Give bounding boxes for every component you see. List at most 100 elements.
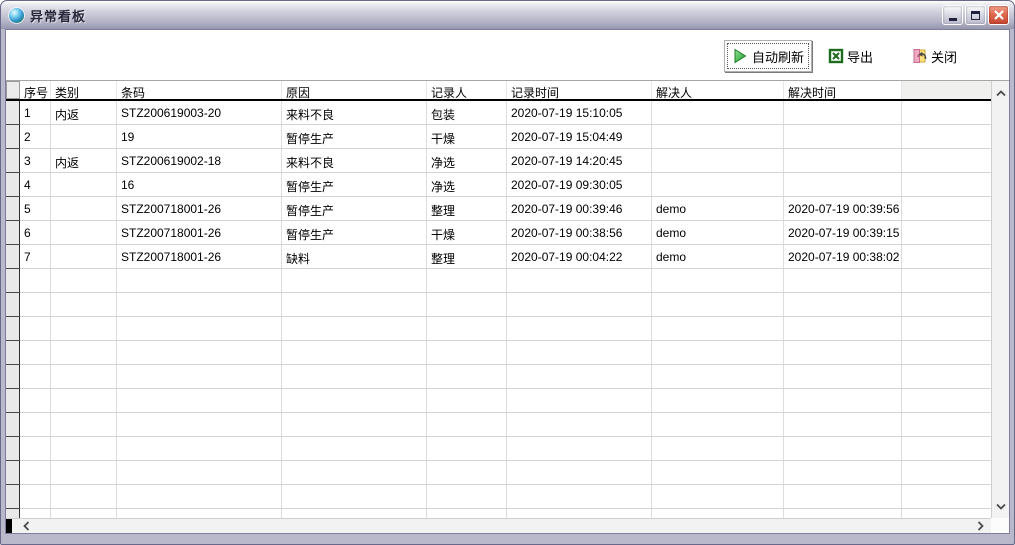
header-cell-barcode[interactable]: 条码: [117, 81, 282, 99]
table-row[interactable]: 5STZ200718001-26暂停生产整理2020-07-19 00:39:4…: [6, 197, 991, 221]
cell-resolver[interactable]: [652, 461, 784, 485]
row-selector-cell[interactable]: [6, 509, 20, 518]
header-selector-cell[interactable]: [6, 81, 20, 99]
cell-reason[interactable]: 缺料: [282, 245, 427, 269]
cell-resolve_time[interactable]: 2020-07-19 00:38:02: [784, 245, 902, 269]
cell-category[interactable]: [51, 245, 117, 269]
cell-record_time[interactable]: [507, 461, 652, 485]
cell-no[interactable]: [20, 509, 51, 518]
cell-category[interactable]: [51, 485, 117, 509]
cell-barcode[interactable]: [117, 365, 282, 389]
header-cell-resolve_time[interactable]: 解决时间: [784, 81, 902, 99]
header-cell-record_time[interactable]: 记录时间: [507, 81, 652, 99]
cell-no[interactable]: 1: [20, 101, 51, 125]
row-selector-cell[interactable]: [6, 461, 20, 485]
cell-category[interactable]: [51, 221, 117, 245]
cell-no[interactable]: [20, 413, 51, 437]
cell-reason[interactable]: [282, 413, 427, 437]
cell-category[interactable]: [51, 509, 117, 518]
row-selector-cell[interactable]: [6, 389, 20, 413]
cell-resolver[interactable]: [652, 365, 784, 389]
vertical-scrollbar[interactable]: [991, 81, 1009, 518]
row-selector-cell[interactable]: [6, 197, 20, 221]
cell-barcode[interactable]: [117, 269, 282, 293]
close-app-button[interactable]: 关闭: [912, 44, 957, 68]
cell-reason[interactable]: [282, 365, 427, 389]
cell-resolve_time[interactable]: [784, 509, 902, 518]
cell-barcode[interactable]: STZ200619003-20: [117, 101, 282, 125]
cell-recorder[interactable]: 整理: [427, 245, 507, 269]
cell-category[interactable]: [51, 389, 117, 413]
cell-record_time[interactable]: [507, 509, 652, 518]
row-selector-cell[interactable]: [6, 485, 20, 509]
cell-reason[interactable]: [282, 485, 427, 509]
table-row-empty[interactable]: [6, 269, 991, 293]
cell-reason[interactable]: [282, 269, 427, 293]
table-row-empty[interactable]: [6, 389, 991, 413]
row-selector-cell[interactable]: [6, 221, 20, 245]
cell-resolver[interactable]: [652, 125, 784, 149]
cell-recorder[interactable]: [427, 509, 507, 518]
table-row[interactable]: 1内返STZ200619003-20来料不良包装2020-07-19 15:10…: [6, 101, 991, 125]
cell-record_time[interactable]: 2020-07-19 00:38:56: [507, 221, 652, 245]
cell-resolver[interactable]: [652, 389, 784, 413]
cell-resolver[interactable]: [652, 149, 784, 173]
cell-recorder[interactable]: [427, 269, 507, 293]
cell-resolver[interactable]: demo: [652, 197, 784, 221]
table-row[interactable]: 7STZ200718001-26缺料整理2020-07-19 00:04:22d…: [6, 245, 991, 269]
cell-barcode[interactable]: [117, 317, 282, 341]
cell-category[interactable]: [51, 365, 117, 389]
table-row-empty[interactable]: [6, 509, 991, 518]
export-button[interactable]: 导出: [828, 44, 873, 68]
cell-barcode[interactable]: [117, 461, 282, 485]
cell-resolve_time[interactable]: 2020-07-19 00:39:56: [784, 197, 902, 221]
cell-resolver[interactable]: [652, 509, 784, 518]
cell-recorder[interactable]: [427, 341, 507, 365]
cell-category[interactable]: [51, 125, 117, 149]
header-cell-resolver[interactable]: 解决人: [652, 81, 784, 99]
cell-resolve_time[interactable]: [784, 365, 902, 389]
cell-no[interactable]: [20, 437, 51, 461]
cell-recorder[interactable]: [427, 317, 507, 341]
cell-no[interactable]: 2: [20, 125, 51, 149]
cell-resolve_time[interactable]: [784, 461, 902, 485]
horizontal-scrollbar[interactable]: [6, 518, 991, 533]
cell-resolver[interactable]: [652, 437, 784, 461]
table-row-empty[interactable]: [6, 485, 991, 509]
cell-reason[interactable]: [282, 461, 427, 485]
row-selector-cell[interactable]: [6, 149, 20, 173]
cell-recorder[interactable]: [427, 389, 507, 413]
cell-reason[interactable]: 暂停生产: [282, 221, 427, 245]
cell-resolver[interactable]: [652, 485, 784, 509]
header-cell-reason[interactable]: 原因: [282, 81, 427, 99]
cell-recorder[interactable]: [427, 293, 507, 317]
cell-barcode[interactable]: STZ200619002-18: [117, 149, 282, 173]
cell-no[interactable]: [20, 317, 51, 341]
header-cell-no[interactable]: 序号: [20, 81, 51, 99]
cell-no[interactable]: [20, 389, 51, 413]
cell-barcode[interactable]: STZ200718001-26: [117, 221, 282, 245]
cell-reason[interactable]: [282, 293, 427, 317]
cell-record_time[interactable]: 2020-07-19 14:20:45: [507, 149, 652, 173]
cell-barcode[interactable]: STZ200718001-26: [117, 197, 282, 221]
maximize-button[interactable]: [965, 5, 986, 25]
cell-recorder[interactable]: [427, 485, 507, 509]
cell-no[interactable]: 4: [20, 173, 51, 197]
cell-barcode[interactable]: 19: [117, 125, 282, 149]
row-selector-cell[interactable]: [6, 317, 20, 341]
cell-reason[interactable]: 暂停生产: [282, 197, 427, 221]
close-button[interactable]: [988, 5, 1009, 25]
header-cell-recorder[interactable]: 记录人: [427, 81, 507, 99]
cell-record_time[interactable]: [507, 317, 652, 341]
table-row[interactable]: 3内返STZ200619002-18来料不良净选2020-07-19 14:20…: [6, 149, 991, 173]
cell-recorder[interactable]: [427, 365, 507, 389]
row-selector-cell[interactable]: [6, 365, 20, 389]
cell-record_time[interactable]: 2020-07-19 15:04:49: [507, 125, 652, 149]
cell-resolve_time[interactable]: [784, 173, 902, 197]
cell-category[interactable]: [51, 461, 117, 485]
cell-resolve_time[interactable]: [784, 485, 902, 509]
cell-barcode[interactable]: [117, 509, 282, 518]
auto-refresh-button[interactable]: 自动刷新: [724, 40, 812, 72]
cell-record_time[interactable]: [507, 269, 652, 293]
cell-recorder[interactable]: [427, 437, 507, 461]
